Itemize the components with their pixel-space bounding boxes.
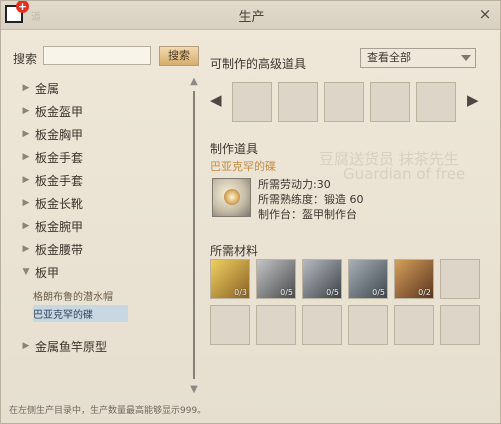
required-material-slot[interactable]: 0/2: [394, 259, 434, 299]
required-material-slot[interactable]: 0/5: [348, 259, 388, 299]
material-count: 0/5: [280, 288, 293, 297]
empty-material-slot[interactable]: [440, 305, 480, 345]
advanced-item-slot[interactable]: [416, 82, 456, 122]
required-material-slot[interactable]: 0/5: [302, 259, 342, 299]
advanced-item-slot[interactable]: [278, 82, 318, 122]
footer-hint: 在左侧生产目录中，生产数量最高能够显示999。: [9, 406, 207, 416]
tree-child-label: 巴亚克罕的碟: [33, 310, 93, 321]
search-label: 搜索: [13, 52, 38, 66]
labor-requirement: 所需劳动力:30: [258, 178, 331, 191]
tree-category-label: 板金手套: [35, 173, 84, 188]
close-icon[interactable]: ×: [476, 5, 494, 23]
search-input[interactable]: [43, 46, 151, 65]
scroll-up-icon[interactable]: ▲: [189, 77, 199, 87]
tree-category-item[interactable]: ▶ 板金腰带: [21, 238, 83, 260]
tree-category-item[interactable]: ▶ 板金手套: [21, 169, 83, 191]
filter-dropdown[interactable]: 查看全部: [360, 48, 476, 68]
empty-material-slot[interactable]: [256, 305, 296, 345]
craft-item-name: 巴亚克罕的碟: [210, 160, 276, 173]
tree-category-label: 板金长靴: [35, 196, 84, 211]
empty-material-slot[interactable]: [348, 305, 388, 345]
search-button[interactable]: 搜索: [159, 46, 199, 66]
watermark-text-en: Guardian of free: [343, 165, 466, 183]
scroll-track[interactable]: [193, 91, 195, 379]
tree-category-item[interactable]: ▶ 板金盔甲: [21, 100, 83, 122]
tree-child-item[interactable]: 巴亚克罕的碟: [33, 305, 128, 322]
scroll-down-icon[interactable]: ▼: [189, 385, 199, 395]
empty-material-slot[interactable]: [302, 305, 342, 345]
empty-material-slot[interactable]: [210, 305, 250, 345]
tree-category-label: 板金胸甲: [35, 127, 84, 142]
advanced-item-slot[interactable]: [232, 82, 272, 122]
production-category-tree: ▶ 金属 ▶ 板金盔甲 ▶ 板金胸甲 ▶ 板金手套 ▶ 板金手套 ▶ 板金长靴 ▶ 板金腕甲 ▶ 板金腰带 ▼ 板…: [11, 77, 189, 395]
tree-child-item[interactable]: 格朗布鲁的潜水帽: [33, 287, 113, 304]
tree-scrollbar[interactable]: ▲ ▼: [189, 77, 199, 395]
empty-material-slot[interactable]: [440, 259, 480, 299]
material-count: 0/3: [234, 288, 247, 297]
collapsed-arrow-icon[interactable]: ▶: [21, 244, 31, 254]
crafted-item-icon[interactable]: [212, 178, 251, 217]
collapsed-arrow-icon[interactable]: ▶: [21, 106, 31, 116]
tree-category-item[interactable]: ▶ 板金长靴: [21, 192, 83, 214]
materials-title: 所需材料: [210, 244, 259, 258]
tree-category-label: 板金腰带: [35, 242, 84, 257]
tree-category-item[interactable]: ▶ 金属鱼竿原型: [21, 335, 107, 357]
tree-category-item[interactable]: ▶ 板金手套: [21, 146, 83, 168]
collapsed-arrow-icon[interactable]: ▶: [21, 198, 31, 208]
tree-child-label: 格朗布鲁的潜水帽: [33, 292, 113, 303]
expanded-arrow-icon[interactable]: ▼: [21, 267, 31, 277]
collapsed-arrow-icon[interactable]: ▶: [21, 175, 31, 185]
tree-category-label: 板金腕甲: [35, 219, 84, 234]
production-window: + 道 生产 × 搜索 搜索 ▶ 金属 ▶ 板金盔甲 ▶ 板金胸甲 ▶ 板金手套 ▶ 板金手套 ▶ 板…: [0, 0, 501, 424]
collapsed-arrow-icon[interactable]: ▶: [21, 129, 31, 139]
tree-category-label: 板金盔甲: [35, 104, 84, 119]
tree-category-label: 板甲: [35, 265, 60, 280]
next-arrow-icon[interactable]: ▶: [467, 91, 479, 109]
previous-arrow-icon[interactable]: ◀: [210, 91, 222, 109]
tree-category-label: 金属鱼竿原型: [35, 339, 108, 354]
advanced-item-slot[interactable]: [370, 82, 410, 122]
craft-item-title: 制作道具: [210, 142, 259, 156]
material-count: 0/2: [418, 288, 431, 297]
material-count: 0/5: [326, 288, 339, 297]
required-material-slot[interactable]: 0/5: [256, 259, 296, 299]
filter-dropdown-value: 查看全部: [367, 51, 411, 64]
tree-category-item[interactable]: ▶ 板金腕甲: [21, 215, 83, 237]
tree-category-label: 金属: [35, 81, 60, 96]
required-material-slot[interactable]: 0/3: [210, 259, 250, 299]
tree-category-label: 板金手套: [35, 150, 84, 165]
window-title: 生产: [238, 10, 265, 25]
tree-category-item[interactable]: ▶ 板金胸甲: [21, 123, 83, 145]
collapsed-arrow-icon[interactable]: ▶: [21, 83, 31, 93]
advanced-item-slot[interactable]: [324, 82, 364, 122]
crafting-station: 制作台：盔甲制作台: [258, 208, 357, 221]
proficiency-requirement: 所需熟练度：锻造 60: [258, 193, 364, 206]
tree-category-item[interactable]: ▼ 板甲: [21, 261, 59, 283]
dropdown-arrow-icon: [461, 55, 471, 61]
collapsed-arrow-icon[interactable]: ▶: [21, 221, 31, 231]
collapsed-arrow-icon[interactable]: ▶: [21, 152, 31, 162]
material-count: 0/5: [372, 288, 385, 297]
empty-material-slot[interactable]: [394, 305, 434, 345]
advanced-items-title: 可制作的高级道具: [210, 57, 307, 71]
collapsed-arrow-icon[interactable]: ▶: [21, 341, 31, 351]
title-bar: + 道 生产 ×: [1, 1, 500, 30]
tree-category-item[interactable]: ▶ 金属: [21, 77, 59, 99]
